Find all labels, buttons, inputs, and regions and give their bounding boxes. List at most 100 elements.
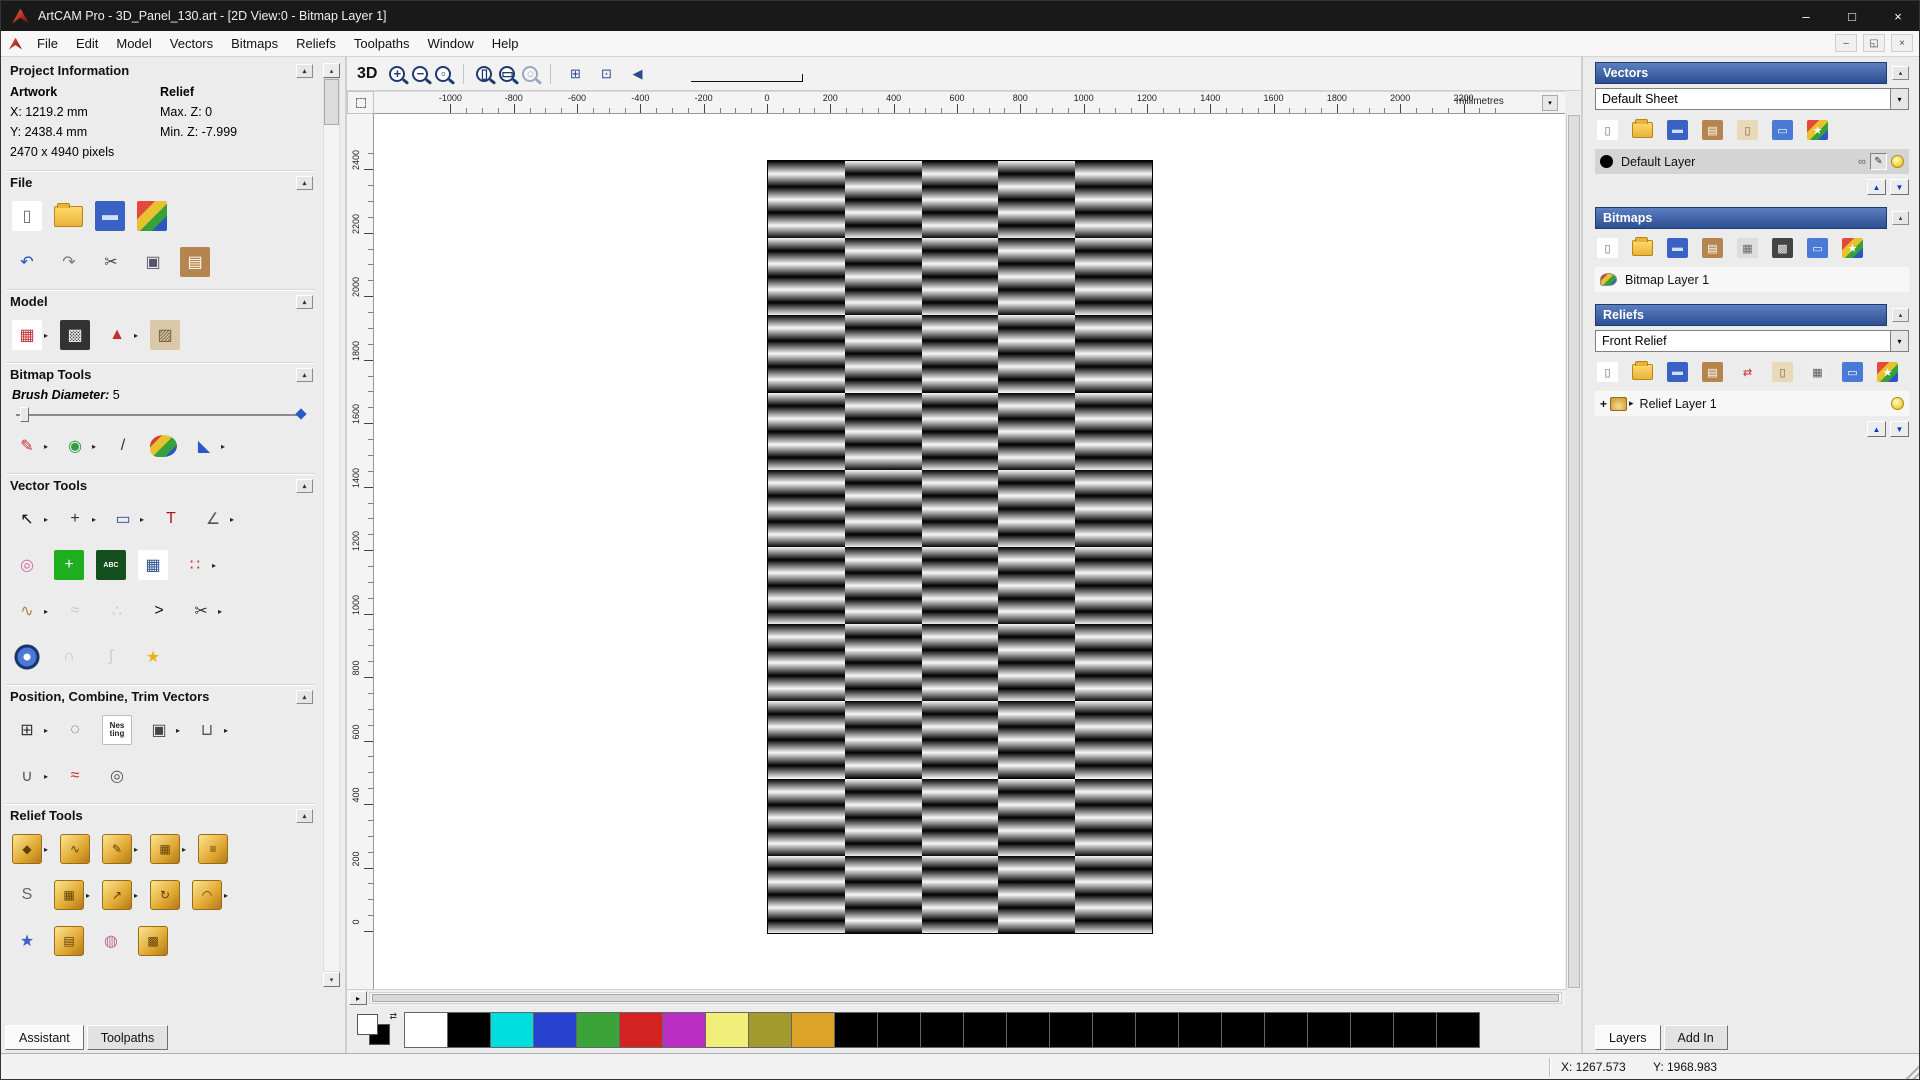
palette-colour-19[interactable] [1221, 1012, 1265, 1048]
palette-colour-2[interactable] [490, 1012, 534, 1048]
menu-bitmaps[interactable]: Bitmaps [222, 32, 287, 55]
create-spiral-icon[interactable]: ◎ [102, 761, 132, 791]
measure-icon[interactable]: ∠ [198, 504, 228, 534]
palette-colour-23[interactable] [1393, 1012, 1437, 1048]
delete-bitmap-layer-icon[interactable]: ▭ [1807, 238, 1828, 258]
node-editing-icon[interactable]: ∴ [102, 596, 132, 626]
create-arc-icon[interactable]: ∩ [54, 642, 84, 672]
colour-picker-icon[interactable]: / [108, 431, 138, 461]
transform-vectors-icon-flyout[interactable]: ▸ [92, 515, 96, 524]
create-rectangle-icon[interactable]: ▭ [108, 504, 138, 534]
chevron-down-icon[interactable]: ▾ [1890, 331, 1908, 351]
import-bitmap-icon[interactable]: ▤ [1702, 238, 1723, 258]
palette-colour-6[interactable] [662, 1012, 706, 1048]
adjust-model-icon[interactable]: ▩ [60, 320, 91, 350]
chevron-down-icon[interactable]: ▾ [1890, 89, 1908, 109]
tab-layers[interactable]: Layers [1595, 1025, 1661, 1050]
rotate-copy-icon[interactable]: ◌ [60, 715, 90, 745]
palette-colour-1[interactable] [447, 1012, 491, 1048]
menu-file[interactable]: File [28, 32, 67, 55]
array-copy-icon-flyout[interactable]: ▸ [212, 561, 216, 570]
project-information-rollup-button[interactable]: ▴ [296, 63, 313, 78]
relief-envelope-icon[interactable]: ▤ [54, 926, 84, 956]
sculpt-relief-icon-flyout[interactable]: ▸ [134, 845, 138, 854]
join-vectors-icon[interactable]: ∫ [96, 642, 126, 672]
turn-relief-icon-flyout[interactable]: ▸ [224, 891, 228, 900]
export-vectors-icon[interactable]: ▯ [1737, 120, 1758, 140]
file-rollup-button[interactable]: ▴ [296, 175, 313, 190]
previous-view-icon[interactable]: ◀ [625, 62, 649, 86]
layer-visibility-bulb-icon[interactable] [1891, 155, 1904, 168]
palette-colour-14[interactable] [1006, 1012, 1050, 1048]
palette-colour-4[interactable] [576, 1012, 620, 1048]
spin-relief-icon[interactable]: ↻ [150, 880, 181, 910]
weld-vectors-icon-flyout[interactable]: ▸ [224, 726, 228, 735]
palette-colour-3[interactable] [533, 1012, 577, 1048]
assistant-scroll-thumb[interactable] [324, 79, 339, 125]
create-star-icon[interactable]: ★ [138, 642, 168, 672]
paste-icon[interactable]: ▤ [180, 247, 210, 277]
zoom-drawing-icon[interactable]: ▭ [499, 65, 516, 82]
palette-colour-20[interactable] [1264, 1012, 1308, 1048]
block-copy-icon[interactable]: + [54, 550, 84, 580]
menu-window[interactable]: Window [419, 32, 483, 55]
resize-grip[interactable] [1903, 1063, 1919, 1079]
vector-tools-rollup-button[interactable]: ▴ [296, 478, 313, 493]
weave-wizard-icon[interactable]: ▦ [54, 880, 84, 910]
shape-editor-icon[interactable]: ◆ [12, 834, 42, 864]
relief-select[interactable]: Front Relief ▾ [1595, 330, 1909, 352]
add-relief-layer-button[interactable]: + [1600, 397, 1607, 411]
import-vectors-icon[interactable]: ▤ [1702, 120, 1723, 140]
texture-relief-icon[interactable]: ▦ [150, 834, 181, 864]
weave-wizard-icon-flyout[interactable]: ▸ [86, 891, 90, 900]
brush-slider-thumb[interactable] [20, 407, 29, 422]
isolate-relief-icon[interactable]: ▩ [138, 926, 168, 956]
undo-icon[interactable]: ↶ [12, 247, 42, 277]
palette-colour-16[interactable] [1092, 1012, 1136, 1048]
merge-relief-layers-icon[interactable]: ★ [1877, 362, 1898, 382]
offset-relief-icon[interactable]: ≡ [198, 834, 229, 864]
scale-relief-icon[interactable]: ▦ [1807, 362, 1828, 382]
group-vectors-icon-flyout[interactable]: ▸ [176, 726, 180, 735]
new-vector-layer-icon[interactable]: ▯ [1597, 120, 1618, 140]
select-vectors-icon-flyout[interactable]: ▸ [44, 515, 48, 524]
new-bitmap-layer-icon[interactable]: ▯ [1597, 238, 1618, 258]
relief-layer-row[interactable]: + ▸ Relief Layer 1 [1595, 391, 1909, 416]
select-vectors-icon[interactable]: ↖ [12, 504, 42, 534]
smooth-polyline-icon[interactable]: ≈ [60, 596, 90, 626]
canvas-hscrollbar[interactable] [369, 992, 1562, 1004]
create-rectangle-icon-flyout[interactable]: ▸ [140, 515, 144, 524]
create-circle-icon[interactable] [12, 642, 42, 672]
relief-layer-expander[interactable]: ▸ [1629, 398, 1634, 409]
flood-fill-icon-flyout[interactable]: ▸ [221, 442, 225, 451]
zoom-out-icon[interactable]: − [412, 65, 429, 82]
shape-editor-icon-flyout[interactable]: ▸ [44, 845, 48, 854]
bitmaps-rollup-button[interactable]: ▴ [1892, 211, 1909, 225]
primary-colour-swatch[interactable] [357, 1014, 378, 1035]
palette-colour-11[interactable] [877, 1012, 921, 1048]
canvas-vscrollbar[interactable] [1566, 114, 1581, 989]
set-model-size-icon-flyout[interactable]: ▸ [44, 331, 48, 340]
texture-star-icon[interactable]: ★ [12, 926, 42, 956]
assistant-scrollbar[interactable]: ▴ ▾ [323, 63, 340, 987]
open-vector-layer-icon[interactable] [1632, 119, 1653, 138]
wrap-relief-icon[interactable]: ◍ [96, 926, 126, 956]
palette-colour-5[interactable] [619, 1012, 663, 1048]
colour-palette-icon[interactable] [150, 435, 178, 457]
swap-colours-icon[interactable]: ⇄ [389, 1011, 397, 1022]
move-layer-down-button[interactable]: ▼ [1890, 179, 1909, 195]
align-vectors-icon-flyout[interactable]: ▸ [44, 726, 48, 735]
save-model-icon[interactable]: ▬ [95, 201, 125, 231]
open-model-icon[interactable] [54, 202, 83, 227]
merge-bitmap-layers-icon[interactable]: ★ [1842, 238, 1863, 258]
move-layer-up-button[interactable]: ▲ [1867, 179, 1886, 195]
import-model-icon[interactable] [137, 201, 167, 231]
set-model-size-icon[interactable]: ▦ [12, 320, 42, 350]
model-rollup-button[interactable]: ▴ [296, 294, 313, 309]
menu-model[interactable]: Model [107, 32, 160, 55]
create-polyline-icon[interactable]: ∿ [12, 596, 42, 626]
view-3d-button[interactable]: 3D [357, 65, 377, 83]
create-polyline-icon-flyout[interactable]: ▸ [44, 607, 48, 616]
convert-bitmap-icon[interactable]: ▩ [1772, 238, 1793, 258]
primary-secondary-colours[interactable]: ⇄ [357, 1011, 399, 1049]
